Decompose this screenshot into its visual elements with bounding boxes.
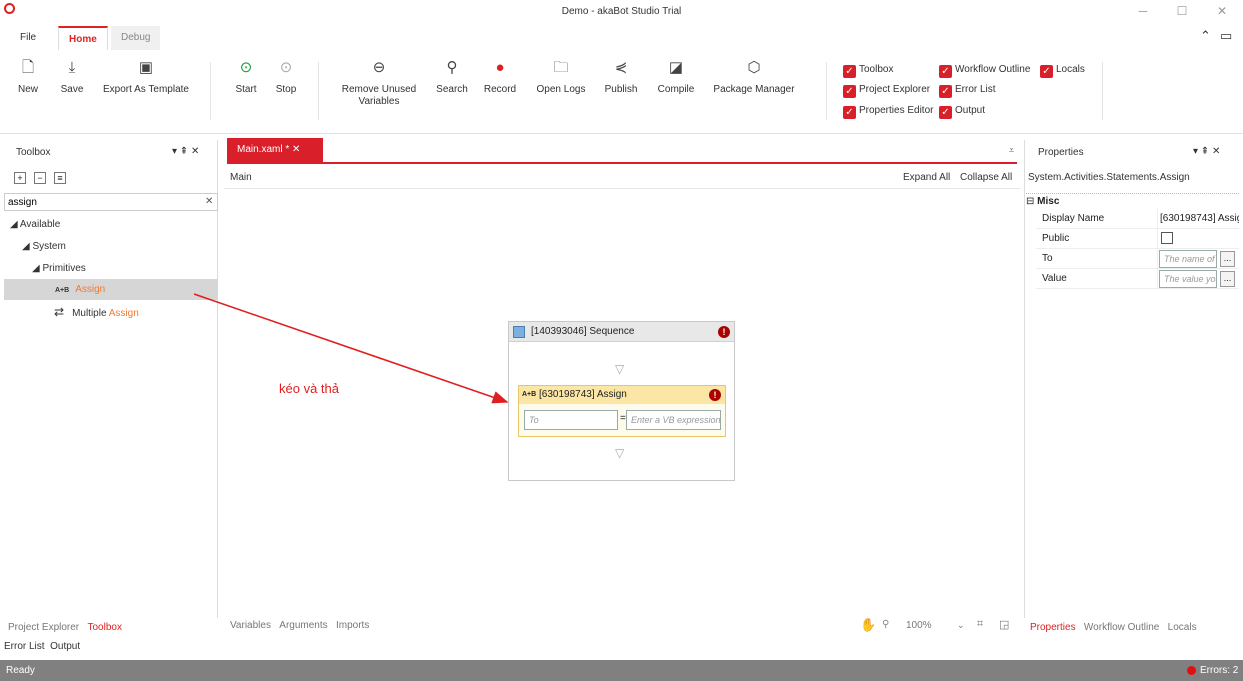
pan-hand-icon[interactable]: ✋ (860, 617, 876, 633)
property-row-value: Value The value you... (1036, 269, 1239, 289)
tab-properties[interactable]: Properties (1030, 622, 1076, 633)
display-name-value[interactable]: [630198743] Assign (1160, 209, 1239, 229)
errors-count[interactable]: Errors: 2 (1200, 665, 1238, 676)
properties-type: System.Activities.Statements.Assign (1028, 172, 1190, 183)
status-text: Ready (6, 665, 35, 676)
properties-title: Properties (1038, 147, 1084, 158)
public-checkbox[interactable] (1161, 232, 1173, 244)
tab-imports[interactable]: Imports (336, 620, 369, 631)
status-bar (0, 660, 1243, 681)
to-ellipsis-button[interactable]: ... (1220, 251, 1235, 267)
tab-arguments[interactable]: Arguments (279, 620, 327, 631)
tab-workflow-outline[interactable]: Workflow Outline (1084, 622, 1159, 633)
property-row-to: To The name of... (1036, 249, 1239, 269)
property-row-display-name: Display Name[630198743] Assign (1036, 209, 1239, 229)
right-bottom-tabs: Properties Workflow Outline Locals (1030, 622, 1197, 633)
value-ellipsis-button[interactable]: ... (1220, 271, 1235, 287)
fit-screen-icon[interactable]: ⌗ (977, 618, 983, 631)
annotation-text: kéo và thả (279, 381, 339, 396)
property-row-public: Public (1036, 229, 1239, 249)
tab-variables[interactable]: Variables (230, 620, 271, 631)
value-property-input[interactable]: The value you (1159, 270, 1217, 288)
zoom-level[interactable]: 100% (906, 620, 932, 631)
panel-controls-icon[interactable]: ▾ ⇞ ✕ (1193, 146, 1220, 157)
collapse-category-icon[interactable]: ⊟ (1026, 196, 1034, 207)
to-property-input[interactable]: The name of (1159, 250, 1217, 268)
properties-column-divider (1157, 209, 1158, 289)
error-status-icon (1187, 666, 1196, 675)
overview-icon[interactable]: ◲ (999, 618, 1009, 631)
editor-bottom-tabs: Variables Arguments Imports (230, 620, 369, 631)
zoom-dropdown-icon[interactable]: ⌄ (957, 620, 965, 631)
properties-category[interactable]: ⊟ Misc (1026, 193, 1239, 209)
zoom-icon[interactable]: ⚲ (882, 619, 889, 630)
tab-locals[interactable]: Locals (1168, 622, 1197, 633)
